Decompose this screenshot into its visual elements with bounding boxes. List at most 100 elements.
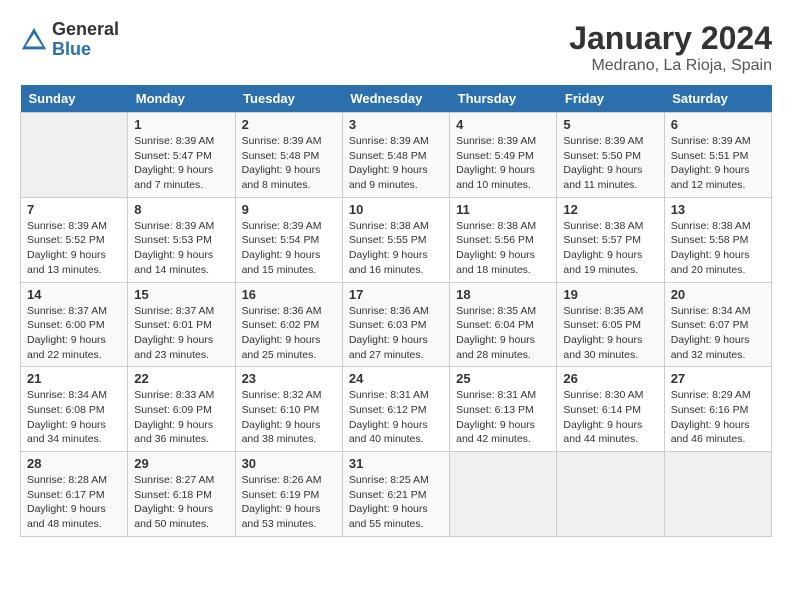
day-of-week-header: Friday bbox=[557, 85, 664, 113]
cell-info: Sunrise: 8:39 AM Sunset: 5:49 PM Dayligh… bbox=[456, 134, 550, 193]
day-of-week-header: Thursday bbox=[450, 85, 557, 113]
day-number: 15 bbox=[134, 287, 228, 302]
cell-info: Sunrise: 8:39 AM Sunset: 5:50 PM Dayligh… bbox=[563, 134, 657, 193]
day-number: 31 bbox=[349, 456, 443, 471]
day-number: 4 bbox=[456, 117, 550, 132]
cell-info: Sunrise: 8:39 AM Sunset: 5:54 PM Dayligh… bbox=[242, 219, 336, 278]
logo: General Blue bbox=[20, 20, 119, 60]
calendar-cell bbox=[21, 113, 128, 198]
cell-info: Sunrise: 8:35 AM Sunset: 6:04 PM Dayligh… bbox=[456, 304, 550, 363]
cell-info: Sunrise: 8:27 AM Sunset: 6:18 PM Dayligh… bbox=[134, 473, 228, 532]
calendar-cell: 3 Sunrise: 8:39 AM Sunset: 5:48 PM Daylig… bbox=[342, 113, 449, 198]
cell-info: Sunrise: 8:35 AM Sunset: 6:05 PM Dayligh… bbox=[563, 304, 657, 363]
calendar-cell: 22 Sunrise: 8:33 AM Sunset: 6:09 PM Dayli… bbox=[128, 367, 235, 452]
day-number: 26 bbox=[563, 371, 657, 386]
day-number: 30 bbox=[242, 456, 336, 471]
calendar-cell bbox=[664, 452, 771, 537]
calendar-cell: 16 Sunrise: 8:36 AM Sunset: 6:02 PM Dayli… bbox=[235, 282, 342, 367]
day-number: 24 bbox=[349, 371, 443, 386]
cell-info: Sunrise: 8:36 AM Sunset: 6:03 PM Dayligh… bbox=[349, 304, 443, 363]
day-number: 10 bbox=[349, 202, 443, 217]
calendar-cell: 7 Sunrise: 8:39 AM Sunset: 5:52 PM Daylig… bbox=[21, 197, 128, 282]
cell-info: Sunrise: 8:39 AM Sunset: 5:52 PM Dayligh… bbox=[27, 219, 121, 278]
location-subtitle: Medrano, La Rioja, Spain bbox=[569, 57, 772, 75]
day-number: 17 bbox=[349, 287, 443, 302]
calendar-week-row: 1Sunrise: 8:39 AM Sunset: 5:47 PM Daylig… bbox=[21, 113, 772, 198]
calendar-cell: 12Sunrise: 8:38 AM Sunset: 5:57 PM Dayli… bbox=[557, 197, 664, 282]
day-number: 8 bbox=[134, 202, 228, 217]
cell-info: Sunrise: 8:29 AM Sunset: 6:16 PM Dayligh… bbox=[671, 388, 765, 447]
calendar-week-row: 7 Sunrise: 8:39 AM Sunset: 5:52 PM Daylig… bbox=[21, 197, 772, 282]
day-number: 14 bbox=[27, 287, 121, 302]
day-number: 5 bbox=[563, 117, 657, 132]
calendar-cell: 27 Sunrise: 8:29 AM Sunset: 6:16 PM Dayli… bbox=[664, 367, 771, 452]
cell-info: Sunrise: 8:38 AM Sunset: 5:57 PM Dayligh… bbox=[563, 219, 657, 278]
day-number: 7 bbox=[27, 202, 121, 217]
cell-info: Sunrise: 8:38 AM Sunset: 5:56 PM Dayligh… bbox=[456, 219, 550, 278]
cell-info: Sunrise: 8:31 AM Sunset: 6:12 PM Dayligh… bbox=[349, 388, 443, 447]
cell-info: Sunrise: 8:38 AM Sunset: 5:58 PM Dayligh… bbox=[671, 219, 765, 278]
day-number: 29 bbox=[134, 456, 228, 471]
calendar-cell: 14 Sunrise: 8:37 AM Sunset: 6:00 PM Dayli… bbox=[21, 282, 128, 367]
calendar-header-row: SundayMondayTuesdayWednesdayThursdayFrid… bbox=[21, 85, 772, 113]
cell-info: Sunrise: 8:26 AM Sunset: 6:19 PM Dayligh… bbox=[242, 473, 336, 532]
cell-info: Sunrise: 8:33 AM Sunset: 6:09 PM Dayligh… bbox=[134, 388, 228, 447]
day-number: 22 bbox=[134, 371, 228, 386]
cell-info: Sunrise: 8:39 AM Sunset: 5:48 PM Dayligh… bbox=[349, 134, 443, 193]
cell-info: Sunrise: 8:37 AM Sunset: 6:00 PM Dayligh… bbox=[27, 304, 121, 363]
cell-info: Sunrise: 8:36 AM Sunset: 6:02 PM Dayligh… bbox=[242, 304, 336, 363]
cell-info: Sunrise: 8:39 AM Sunset: 5:53 PM Dayligh… bbox=[134, 219, 228, 278]
day-number: 27 bbox=[671, 371, 765, 386]
calendar-cell: 6 Sunrise: 8:39 AM Sunset: 5:51 PM Daylig… bbox=[664, 113, 771, 198]
day-number: 11 bbox=[456, 202, 550, 217]
calendar-cell: 2 Sunrise: 8:39 AM Sunset: 5:48 PM Daylig… bbox=[235, 113, 342, 198]
calendar-cell: 30 Sunrise: 8:26 AM Sunset: 6:19 PM Dayli… bbox=[235, 452, 342, 537]
day-number: 16 bbox=[242, 287, 336, 302]
calendar-cell: 4 Sunrise: 8:39 AM Sunset: 5:49 PM Daylig… bbox=[450, 113, 557, 198]
calendar-cell bbox=[450, 452, 557, 537]
day-number: 6 bbox=[671, 117, 765, 132]
day-number: 3 bbox=[349, 117, 443, 132]
calendar-cell: 19 Sunrise: 8:35 AM Sunset: 6:05 PM Dayli… bbox=[557, 282, 664, 367]
calendar-cell: 11 Sunrise: 8:38 AM Sunset: 5:56 PM Dayli… bbox=[450, 197, 557, 282]
day-number: 9 bbox=[242, 202, 336, 217]
calendar-cell: 24 Sunrise: 8:31 AM Sunset: 6:12 PM Dayli… bbox=[342, 367, 449, 452]
cell-info: Sunrise: 8:37 AM Sunset: 6:01 PM Dayligh… bbox=[134, 304, 228, 363]
day-of-week-header: Sunday bbox=[21, 85, 128, 113]
day-number: 19 bbox=[563, 287, 657, 302]
calendar-cell: 31 Sunrise: 8:25 AM Sunset: 6:21 PM Dayli… bbox=[342, 452, 449, 537]
cell-info: Sunrise: 8:31 AM Sunset: 6:13 PM Dayligh… bbox=[456, 388, 550, 447]
calendar-cell: 20Sunrise: 8:34 AM Sunset: 6:07 PM Dayli… bbox=[664, 282, 771, 367]
cell-info: Sunrise: 8:25 AM Sunset: 6:21 PM Dayligh… bbox=[349, 473, 443, 532]
day-number: 2 bbox=[242, 117, 336, 132]
cell-info: Sunrise: 8:39 AM Sunset: 5:48 PM Dayligh… bbox=[242, 134, 336, 193]
calendar-cell: 13 Sunrise: 8:38 AM Sunset: 5:58 PM Dayli… bbox=[664, 197, 771, 282]
day-of-week-header: Saturday bbox=[664, 85, 771, 113]
page-header: General Blue January 2024 Medrano, La Ri… bbox=[20, 20, 772, 75]
day-number: 13 bbox=[671, 202, 765, 217]
day-number: 18 bbox=[456, 287, 550, 302]
cell-info: Sunrise: 8:34 AM Sunset: 6:07 PM Dayligh… bbox=[671, 304, 765, 363]
calendar-cell: 8 Sunrise: 8:39 AM Sunset: 5:53 PM Daylig… bbox=[128, 197, 235, 282]
cell-info: Sunrise: 8:32 AM Sunset: 6:10 PM Dayligh… bbox=[242, 388, 336, 447]
calendar-cell bbox=[557, 452, 664, 537]
day-number: 25 bbox=[456, 371, 550, 386]
calendar-cell: 1Sunrise: 8:39 AM Sunset: 5:47 PM Daylig… bbox=[128, 113, 235, 198]
day-number: 1 bbox=[134, 117, 228, 132]
calendar-cell: 28 Sunrise: 8:28 AM Sunset: 6:17 PM Dayli… bbox=[21, 452, 128, 537]
cell-info: Sunrise: 8:39 AM Sunset: 5:51 PM Dayligh… bbox=[671, 134, 765, 193]
calendar-cell: 21Sunrise: 8:34 AM Sunset: 6:08 PM Dayli… bbox=[21, 367, 128, 452]
day-of-week-header: Wednesday bbox=[342, 85, 449, 113]
day-of-week-header: Monday bbox=[128, 85, 235, 113]
calendar-cell: 10Sunrise: 8:38 AM Sunset: 5:55 PM Dayli… bbox=[342, 197, 449, 282]
title-area: January 2024 Medrano, La Rioja, Spain bbox=[569, 20, 772, 75]
calendar-cell: 23Sunrise: 8:32 AM Sunset: 6:10 PM Dayli… bbox=[235, 367, 342, 452]
calendar-week-row: 21Sunrise: 8:34 AM Sunset: 6:08 PM Dayli… bbox=[21, 367, 772, 452]
cell-info: Sunrise: 8:28 AM Sunset: 6:17 PM Dayligh… bbox=[27, 473, 121, 532]
day-of-week-header: Tuesday bbox=[235, 85, 342, 113]
day-number: 28 bbox=[27, 456, 121, 471]
calendar-week-row: 14 Sunrise: 8:37 AM Sunset: 6:00 PM Dayli… bbox=[21, 282, 772, 367]
month-year-title: January 2024 bbox=[569, 20, 772, 57]
calendar-cell: 15 Sunrise: 8:37 AM Sunset: 6:01 PM Dayli… bbox=[128, 282, 235, 367]
calendar-cell: 9 Sunrise: 8:39 AM Sunset: 5:54 PM Daylig… bbox=[235, 197, 342, 282]
